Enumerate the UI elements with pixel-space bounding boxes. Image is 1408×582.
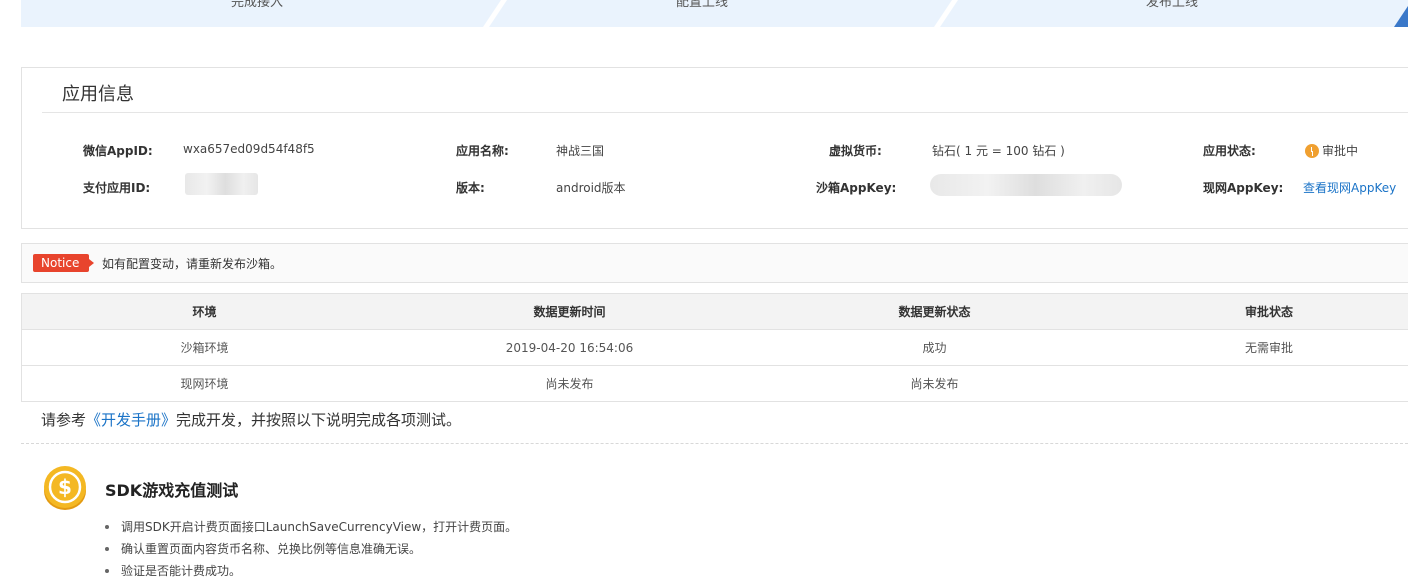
table-cell [1117,366,1408,402]
coin-dollar-icon: $ [42,465,88,511]
column-header: 环境 [22,294,388,330]
environment-table: 环境 数据更新时间 数据更新状态 审批状态 沙箱环境 2019-04-20 16… [21,293,1408,402]
table-cell: 尚未发布 [387,366,752,402]
list-item: 确认重置页面内容货币名称、兑换比例等信息准确无误。 [105,538,517,560]
clock-icon [1305,144,1319,158]
table-cell: 成功 [752,330,1117,366]
wechat-appid-value: wxa657ed09d54f48f5 [183,142,315,156]
table-cell: 沙箱环境 [22,330,388,366]
column-header: 审批状态 [1117,294,1408,330]
list-item: 调用SDK开启计费页面接口LaunchSaveCurrencyView，打开计费… [105,516,517,538]
divider [42,112,1408,113]
wechat-appid-label: 微信AppID: [83,142,153,159]
currency-label: 虚拟货币: [829,142,882,159]
app-info-panel: 应用信息 微信AppID: wxa657ed09d54f48f5 支付应用ID:… [21,67,1408,229]
column-header: 数据更新状态 [752,294,1117,330]
notice-text: 如有配置变动，请重新发布沙箱。 [102,255,282,272]
app-status-text: 审批中 [1322,144,1358,158]
dashed-divider [21,443,1408,444]
notice-bar: Notice 如有配置变动，请重新发布沙箱。 [21,243,1408,283]
version-value: android版本 [556,179,626,196]
table-row: 现网环境 尚未发布 尚未发布 [22,366,1408,402]
table-header-row: 环境 数据更新时间 数据更新状态 审批状态 [22,294,1408,330]
version-label: 版本: [456,179,485,196]
view-live-appkey-link[interactable]: 查看现网AppKey [1303,179,1396,196]
sandbox-appkey-label: 沙箱AppKey: [816,179,896,196]
table-cell: 尚未发布 [752,366,1117,402]
sandbox-appkey-blurred-value [930,174,1122,196]
step-progress-bar: 完成接入 配置上线 发布上线 [21,0,1408,27]
step-3-label: 发布上线 [1146,0,1198,10]
guide-text: 请参考《开发手册》完成开发，并按照以下说明完成各项测试。 [41,409,461,430]
step-1-label: 完成接入 [231,0,283,10]
app-name-label: 应用名称: [456,142,509,159]
sdk-test-title: SDK游戏充值测试 [105,477,238,501]
table-cell: 无需审批 [1117,330,1408,366]
currency-value: 钻石( 1 元 = 100 钻石 ) [932,142,1065,159]
app-status-label: 应用状态: [1203,142,1256,159]
svg-text:$: $ [58,475,72,499]
app-name-value: 神战三国 [556,142,604,159]
live-appkey-label: 现网AppKey: [1203,179,1283,196]
app-status-value: 审批中 [1305,142,1358,159]
guide-suffix: 完成开发，并按照以下说明完成各项测试。 [176,411,461,429]
panel-title: 应用信息 [62,80,134,106]
sdk-test-steps: 调用SDK开启计费页面接口LaunchSaveCurrencyView，打开计费… [105,516,517,582]
guide-prefix: 请参考 [41,411,86,429]
list-item: 验证是否能计费成功。 [105,560,517,582]
table-cell: 现网环境 [22,366,388,402]
pay-appid-label: 支付应用ID: [83,179,150,196]
table-cell: 2019-04-20 16:54:06 [387,330,752,366]
table-row: 沙箱环境 2019-04-20 16:54:06 成功 无需审批 [22,330,1408,366]
column-header: 数据更新时间 [387,294,752,330]
dev-manual-link[interactable]: 《开发手册》 [86,411,176,429]
step-2-label: 配置上线 [676,0,728,10]
pay-appid-blurred-value [185,173,258,195]
notice-tag: Notice [33,254,89,272]
